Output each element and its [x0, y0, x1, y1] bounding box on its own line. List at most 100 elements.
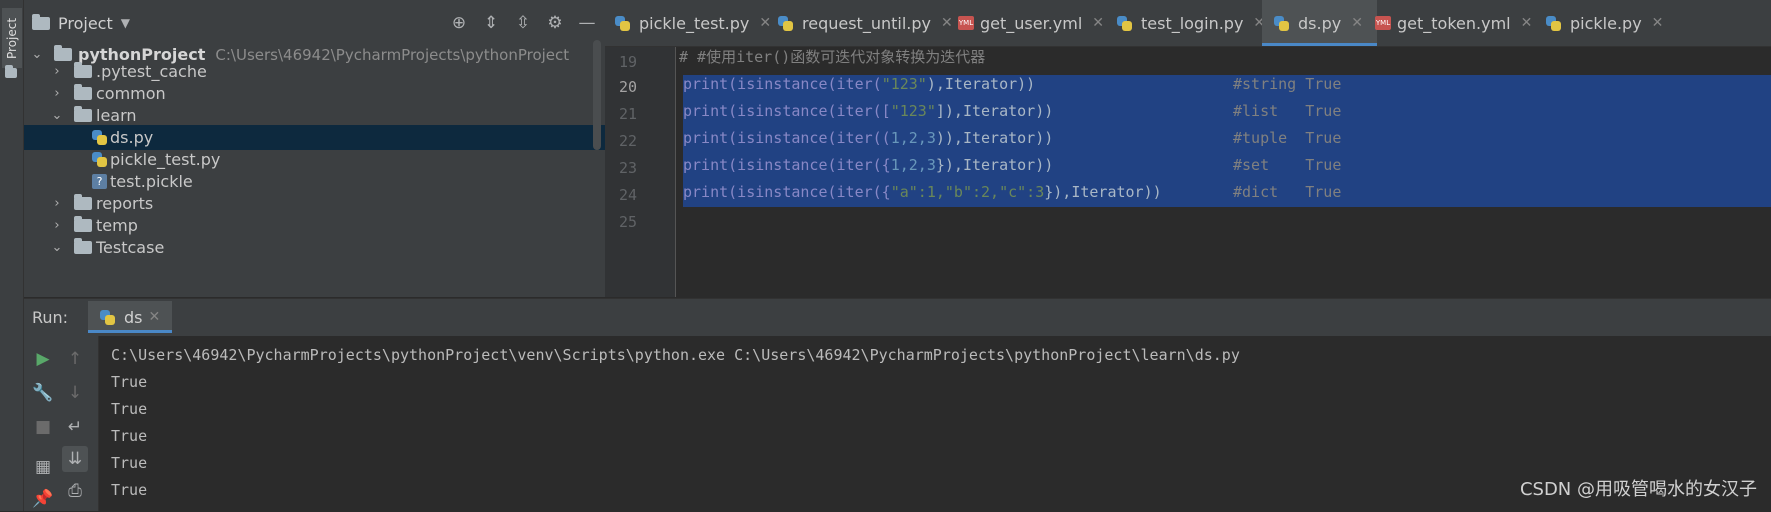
- tab-ds[interactable]: ds.py ✕: [1262, 0, 1377, 46]
- console-output-line: True: [111, 454, 148, 472]
- run-label: Run:: [32, 308, 69, 327]
- chevron-down-icon[interactable]: ⌄: [50, 240, 64, 255]
- tree-item-label: test.pickle: [110, 172, 193, 191]
- line-number: 23: [618, 159, 637, 177]
- soft-wrap-icon[interactable]: ↵: [62, 414, 88, 440]
- line-number: 21: [618, 105, 637, 123]
- tab-test-login[interactable]: test_login.py ✕: [1117, 0, 1265, 46]
- code-line: print(isinstance(iter({1,2,3}),Iterator)…: [683, 156, 1342, 174]
- code-line: print(isinstance(iter({"a":1,"b":2,"c":3…: [683, 183, 1342, 201]
- close-icon[interactable]: ✕: [1652, 15, 1664, 31]
- stop-icon[interactable]: ■: [30, 414, 56, 440]
- tab-request-until[interactable]: request_until.py ✕: [778, 0, 953, 46]
- tree-item-label: Testcase: [96, 238, 165, 257]
- wrench-icon[interactable]: 🔧: [30, 380, 56, 406]
- layout-icon[interactable]: ▦: [30, 454, 56, 480]
- python-file-icon: [100, 309, 115, 325]
- run-tab-label: ds: [124, 307, 143, 327]
- close-icon[interactable]: ✕: [1351, 15, 1363, 31]
- folder-icon: [74, 194, 92, 210]
- code-line: print(isinstance(iter(["123"]),Iterator)…: [683, 102, 1342, 120]
- line-number: 19: [618, 53, 637, 71]
- python-file-icon: [615, 15, 630, 31]
- print-icon[interactable]: ⎙: [62, 478, 88, 504]
- chevron-right-icon[interactable]: ›: [50, 196, 64, 211]
- chevron-right-icon[interactable]: ›: [50, 218, 64, 233]
- folder-icon: [74, 62, 92, 78]
- python-file-icon: [92, 130, 107, 145]
- pin-icon[interactable]: 📌: [30, 486, 56, 512]
- python-file-icon: [1117, 15, 1132, 31]
- code-line: print(isinstance(iter("123"),Iterator)) #…: [683, 75, 1342, 93]
- tab-label: get_token.yml: [1397, 13, 1511, 33]
- tab-label: pickle.py: [1570, 13, 1642, 33]
- project-scrollbar[interactable]: [593, 40, 601, 150]
- line-number: 20: [618, 78, 637, 96]
- tab-label: request_until.py: [802, 13, 931, 33]
- tab-pickle[interactable]: pickle.py ✕: [1546, 0, 1663, 46]
- arrow-up-icon[interactable]: ↑: [62, 346, 88, 372]
- locate-icon[interactable]: ⊕: [449, 13, 469, 33]
- tree-item-label: learn: [96, 106, 137, 125]
- folder-icon: [5, 65, 17, 78]
- python-file-icon: [92, 152, 107, 167]
- folder-icon: [74, 238, 92, 254]
- code-line: print(isinstance(iter((1,2,3)),Iterator)…: [683, 129, 1342, 147]
- line-number: 22: [618, 132, 637, 150]
- project-panel-header: Project ▼ ⊕ ⇕ ⇳ ⚙ —: [24, 0, 605, 46]
- minimize-icon[interactable]: —: [577, 13, 597, 33]
- run-icon[interactable]: ▶: [30, 346, 56, 372]
- project-tool-button[interactable]: Project: [2, 8, 22, 68]
- tab-pickle-test[interactable]: pickle_test.py ✕: [615, 0, 771, 46]
- close-icon[interactable]: ✕: [1521, 15, 1533, 31]
- project-panel: Project ▼ ⊕ ⇕ ⇳ ⚙ — ⌄ pythonProject C:\U…: [24, 0, 605, 297]
- arrow-down-icon[interactable]: ↓: [62, 380, 88, 406]
- folder-icon: [74, 106, 92, 122]
- code-comment: # #使用iter()函数可迭代对象转换为迭代器: [679, 48, 986, 66]
- tree-item-label: temp: [96, 216, 138, 235]
- console-output-line: True: [111, 400, 148, 418]
- scroll-to-end-icon[interactable]: ⇊: [62, 446, 88, 472]
- line-number: 24: [618, 186, 637, 204]
- python-file-icon: [778, 15, 793, 31]
- run-toolbar: ▶ ↑ 🔧 ↓ ■ ↵ ⇊ ▦ ⎙ 📌: [24, 336, 99, 511]
- unknown-file-icon: ?: [92, 174, 107, 189]
- run-tab-ds[interactable]: ds ✕: [88, 301, 173, 333]
- tree-item-label: reports: [96, 194, 154, 213]
- tool-window-stripe: Project: [0, 0, 24, 511]
- python-file-icon: [1546, 15, 1561, 31]
- collapse-all-icon[interactable]: ⇳: [513, 13, 533, 33]
- console-output-line: True: [111, 427, 148, 445]
- yaml-file-icon: YML: [1375, 16, 1391, 30]
- chevron-down-icon[interactable]: ⌄: [50, 108, 64, 123]
- folder-icon: [74, 84, 92, 100]
- yaml-file-icon: YML: [958, 16, 974, 30]
- tree-item-label: .pytest_cache: [96, 62, 207, 81]
- chevron-right-icon[interactable]: ›: [50, 64, 64, 79]
- console-output-line: True: [111, 481, 148, 499]
- console-command: C:\Users\46942\PycharmProjects\pythonPro…: [111, 346, 1240, 364]
- line-gutter: 19 20 21 22 23 24 25: [605, 47, 676, 297]
- tree-item-label: pickle_test.py: [110, 150, 221, 169]
- tab-label: test_login.py: [1141, 13, 1244, 33]
- close-icon[interactable]: ✕: [1092, 15, 1104, 31]
- tab-get-token[interactable]: YML get_token.yml ✕: [1375, 0, 1532, 46]
- close-icon[interactable]: ✕: [149, 309, 161, 325]
- tree-item-label: common: [96, 84, 166, 103]
- run-panel-header: Run: ds ✕: [24, 298, 1771, 336]
- project-view-title[interactable]: Project: [58, 14, 113, 33]
- tab-get-user[interactable]: YML get_user.yml ✕: [958, 0, 1104, 46]
- gear-icon[interactable]: ⚙: [545, 13, 565, 33]
- run-console[interactable]: C:\Users\46942\PycharmProjects\pythonPro…: [99, 336, 1771, 511]
- tab-label: pickle_test.py: [639, 13, 750, 33]
- folder-icon: [74, 216, 92, 232]
- tree-item[interactable]: ⌄ Testcase: [24, 235, 605, 260]
- editor-tabs: pickle_test.py ✕ request_until.py ✕ YML …: [605, 0, 1771, 47]
- close-icon[interactable]: ✕: [941, 15, 953, 31]
- code-editor[interactable]: 19 20 21 22 23 24 25 # #使用iter()函数可迭代对象转…: [605, 47, 1771, 297]
- close-icon[interactable]: ✕: [759, 15, 771, 31]
- chevron-right-icon[interactable]: ›: [50, 86, 64, 101]
- line-number: 25: [618, 213, 637, 231]
- chevron-down-icon[interactable]: ▼: [121, 16, 130, 30]
- expand-all-icon[interactable]: ⇕: [481, 13, 501, 33]
